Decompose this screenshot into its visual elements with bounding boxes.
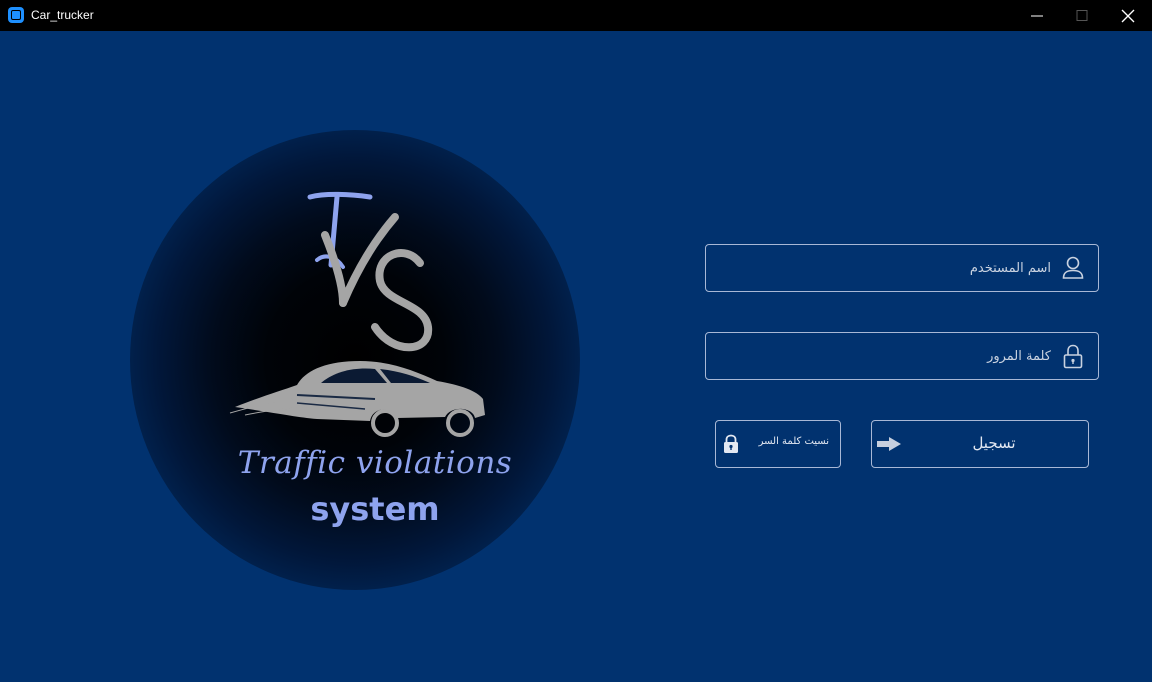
password-input[interactable]: [714, 339, 1053, 373]
logo-title: Traffic violations: [237, 445, 513, 481]
login-label: تسجيل: [972, 434, 1016, 452]
tvs-car-logo: [229, 191, 485, 437]
password-field[interactable]: [705, 332, 1099, 380]
minimize-button[interactable]: [1014, 0, 1060, 31]
title-bar[interactable]: Car_trucker: [0, 0, 1152, 31]
username-field[interactable]: [705, 244, 1099, 292]
username-input[interactable]: [714, 251, 1053, 285]
forgot-password-button[interactable]: نسيت كلمة السر: [715, 420, 841, 468]
forgot-password-label: نسيت كلمة السر: [758, 436, 829, 447]
login-button[interactable]: تسجيل: [871, 420, 1089, 468]
app-icon: [8, 7, 24, 23]
user-icon: [1062, 256, 1084, 279]
close-icon: [1121, 9, 1135, 23]
window-title: Car_trucker: [31, 8, 94, 22]
maximize-button[interactable]: [1059, 0, 1105, 31]
maximize-icon: [1076, 10, 1088, 21]
lock-icon: [724, 434, 738, 453]
lock-icon: [1063, 344, 1083, 369]
close-button[interactable]: [1105, 0, 1151, 31]
minimize-icon: [1031, 15, 1043, 17]
app-window: Car_trucker Traffic violations system اس…: [0, 0, 1152, 682]
logo-subtitle: system: [310, 490, 440, 528]
